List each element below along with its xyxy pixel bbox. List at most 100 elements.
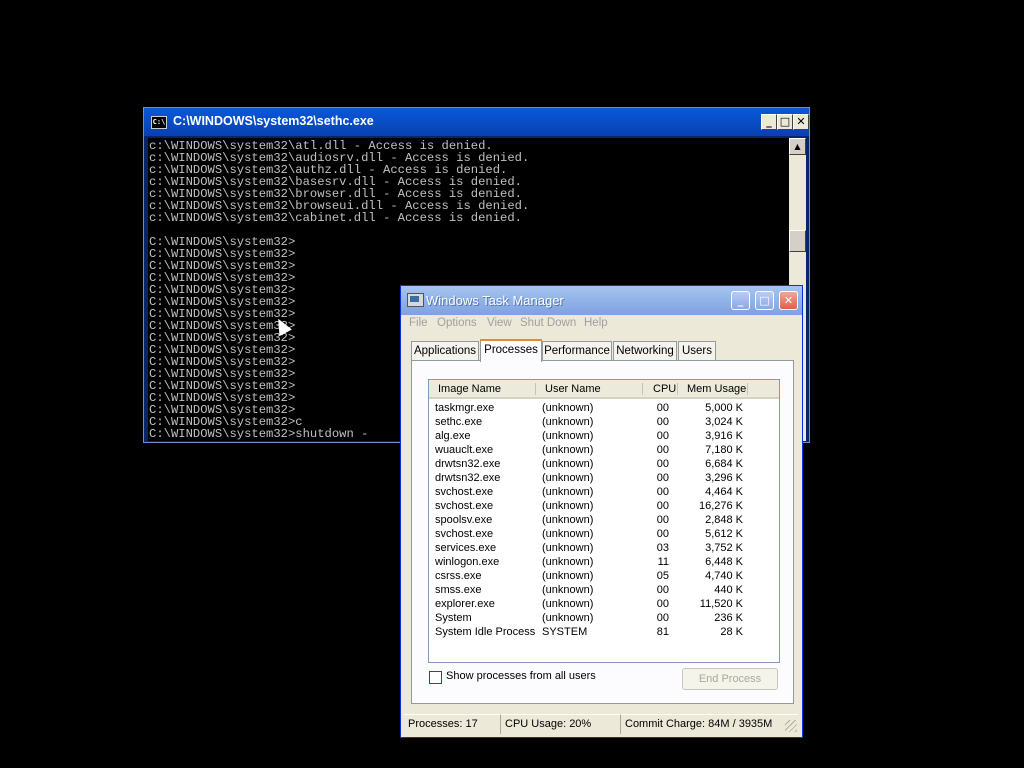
column-cpu[interactable]: CPU <box>653 383 676 395</box>
process-mem-usage: 4,740 K <box>705 570 743 582</box>
process-cpu: 81 <box>656 626 669 638</box>
cmd-maximize-button[interactable]: □ <box>777 114 793 130</box>
tm-maximize-button[interactable]: □ <box>755 291 774 310</box>
process-user: (unknown) <box>542 570 594 582</box>
process-user: (unknown) <box>542 598 594 610</box>
process-user: (unknown) <box>542 500 594 512</box>
process-row[interactable]: services.exe (unknown) 03 3,752 K <box>429 542 779 556</box>
process-cpu: 00 <box>656 500 669 512</box>
process-user: SYSTEM <box>542 626 588 638</box>
process-mem-usage: 5,000 K <box>705 402 743 414</box>
process-row[interactable]: drwtsn32.exe (unknown) 00 6,684 K <box>429 458 779 472</box>
process-row[interactable]: System Idle Process SYSTEM 81 28 K <box>429 626 779 640</box>
tab-applications[interactable]: Applications <box>411 341 479 360</box>
column-mem-usage[interactable]: Mem Usage <box>687 383 746 395</box>
process-cpu: 00 <box>656 402 669 414</box>
tab-users[interactable]: Users <box>678 341 716 360</box>
cmd-window-title: C:\WINDOWS\system32\sethc.exe <box>173 114 374 128</box>
process-list[interactable]: Image Name User Name CPU Mem Usage taskm… <box>428 379 780 663</box>
process-name: csrss.exe <box>435 570 482 582</box>
process-cpu: 00 <box>656 472 669 484</box>
process-mem-usage: 3,024 K <box>705 416 743 428</box>
process-cpu: 00 <box>656 584 669 596</box>
process-row[interactable]: svchost.exe (unknown) 00 4,464 K <box>429 486 779 500</box>
process-row[interactable]: csrss.exe (unknown) 05 4,740 K <box>429 570 779 584</box>
cmd-title-bar[interactable]: C:\ C:\WINDOWS\system32\sethc.exe _ □ ✕ <box>144 108 809 136</box>
show-all-users-label[interactable]: Show processes from all users <box>446 670 596 682</box>
process-cpu: 05 <box>656 570 669 582</box>
console-line: c:\WINDOWS\system32\cabinet.dll - Access… <box>149 211 522 225</box>
process-row[interactable]: wuauclt.exe (unknown) 00 7,180 K <box>429 444 779 458</box>
process-cpu: 11 <box>657 556 669 568</box>
process-cpu: 00 <box>656 528 669 540</box>
menu-help[interactable]: Help <box>584 317 608 329</box>
process-row[interactable]: svchost.exe (unknown) 00 16,276 K <box>429 500 779 514</box>
column-divider[interactable] <box>642 383 643 395</box>
processes-panel: Image Name User Name CPU Mem Usage taskm… <box>411 360 794 704</box>
process-name: alg.exe <box>435 430 471 442</box>
process-user: (unknown) <box>542 486 594 498</box>
process-mem-usage: 3,752 K <box>705 542 743 554</box>
process-mem-usage: 28 K <box>720 626 743 638</box>
menu-file[interactable]: File <box>409 317 428 329</box>
process-row[interactable]: alg.exe (unknown) 00 3,916 K <box>429 430 779 444</box>
process-mem-usage: 6,684 K <box>705 458 743 470</box>
process-mem-usage: 3,916 K <box>705 430 743 442</box>
status-commit-charge: Commit Charge: 84M / 3935M <box>620 714 798 734</box>
task-manager-window[interactable]: Windows Task Manager _ □ ✕ File Options … <box>400 285 803 738</box>
cmd-close-button[interactable]: ✕ <box>793 114 809 130</box>
process-list-header: Image Name User Name CPU Mem Usage <box>429 380 779 399</box>
process-name: smss.exe <box>435 584 482 596</box>
column-divider[interactable] <box>677 383 678 395</box>
process-name: taskmgr.exe <box>435 402 495 414</box>
process-name: svchost.exe <box>435 528 494 540</box>
tab-networking[interactable]: Networking <box>613 341 677 360</box>
menu-options[interactable]: Options <box>437 317 477 329</box>
status-bar: Processes: 17 CPU Usage: 20% Commit Char… <box>404 714 799 734</box>
process-name: svchost.exe <box>435 486 494 498</box>
process-row[interactable]: winlogon.exe (unknown) 11 6,448 K <box>429 556 779 570</box>
tab-processes[interactable]: Processes <box>480 339 542 362</box>
process-user: (unknown) <box>542 430 594 442</box>
process-name: sethc.exe <box>435 416 483 428</box>
process-row[interactable]: spoolsv.exe (unknown) 00 2,848 K <box>429 514 779 528</box>
column-user-name[interactable]: User Name <box>545 383 601 395</box>
resize-grip-icon[interactable] <box>785 720 797 732</box>
tm-close-button[interactable]: ✕ <box>779 291 798 310</box>
process-cpu: 00 <box>656 416 669 428</box>
process-row[interactable]: smss.exe (unknown) 00 440 K <box>429 584 779 598</box>
scroll-thumb[interactable] <box>789 230 806 252</box>
scroll-up-arrow-icon[interactable]: ▲ <box>789 138 806 155</box>
tab-performance[interactable]: Performance <box>542 341 612 360</box>
process-row[interactable]: drwtsn32.exe (unknown) 00 3,296 K <box>429 472 779 486</box>
process-mem-usage: 6,448 K <box>705 556 743 568</box>
process-row[interactable]: sethc.exe (unknown) 00 3,024 K <box>429 416 779 430</box>
process-mem-usage: 3,296 K <box>705 472 743 484</box>
menu-shut-down[interactable]: Shut Down <box>520 317 576 329</box>
cmd-icon: C:\ <box>151 116 167 129</box>
end-process-button[interactable]: End Process <box>682 668 778 690</box>
status-cpu-usage: CPU Usage: 20% <box>500 714 620 734</box>
process-name: winlogon.exe <box>435 556 500 568</box>
process-cpu: 00 <box>656 598 669 610</box>
process-cpu: 03 <box>656 542 669 554</box>
process-cpu: 00 <box>656 444 669 456</box>
cmd-minimize-button[interactable]: _ <box>761 114 777 130</box>
process-cpu: 00 <box>656 514 669 526</box>
column-divider[interactable] <box>535 383 536 395</box>
tm-minimize-button[interactable]: _ <box>731 291 750 310</box>
process-user: (unknown) <box>542 458 594 470</box>
show-all-users-checkbox[interactable] <box>429 671 442 684</box>
process-user: (unknown) <box>542 416 594 428</box>
process-row[interactable]: taskmgr.exe (unknown) 00 5,000 K <box>429 402 779 416</box>
menu-view[interactable]: View <box>487 317 512 329</box>
process-name: System <box>435 612 472 624</box>
task-manager-title-bar[interactable]: Windows Task Manager _ □ ✕ <box>401 286 802 315</box>
column-divider[interactable] <box>747 383 748 395</box>
process-row[interactable]: svchost.exe (unknown) 00 5,612 K <box>429 528 779 542</box>
process-row[interactable]: explorer.exe (unknown) 00 11,520 K <box>429 598 779 612</box>
process-row[interactable]: System (unknown) 00 236 K <box>429 612 779 626</box>
column-image-name[interactable]: Image Name <box>438 383 501 395</box>
process-name: services.exe <box>435 542 497 554</box>
process-user: (unknown) <box>542 528 594 540</box>
